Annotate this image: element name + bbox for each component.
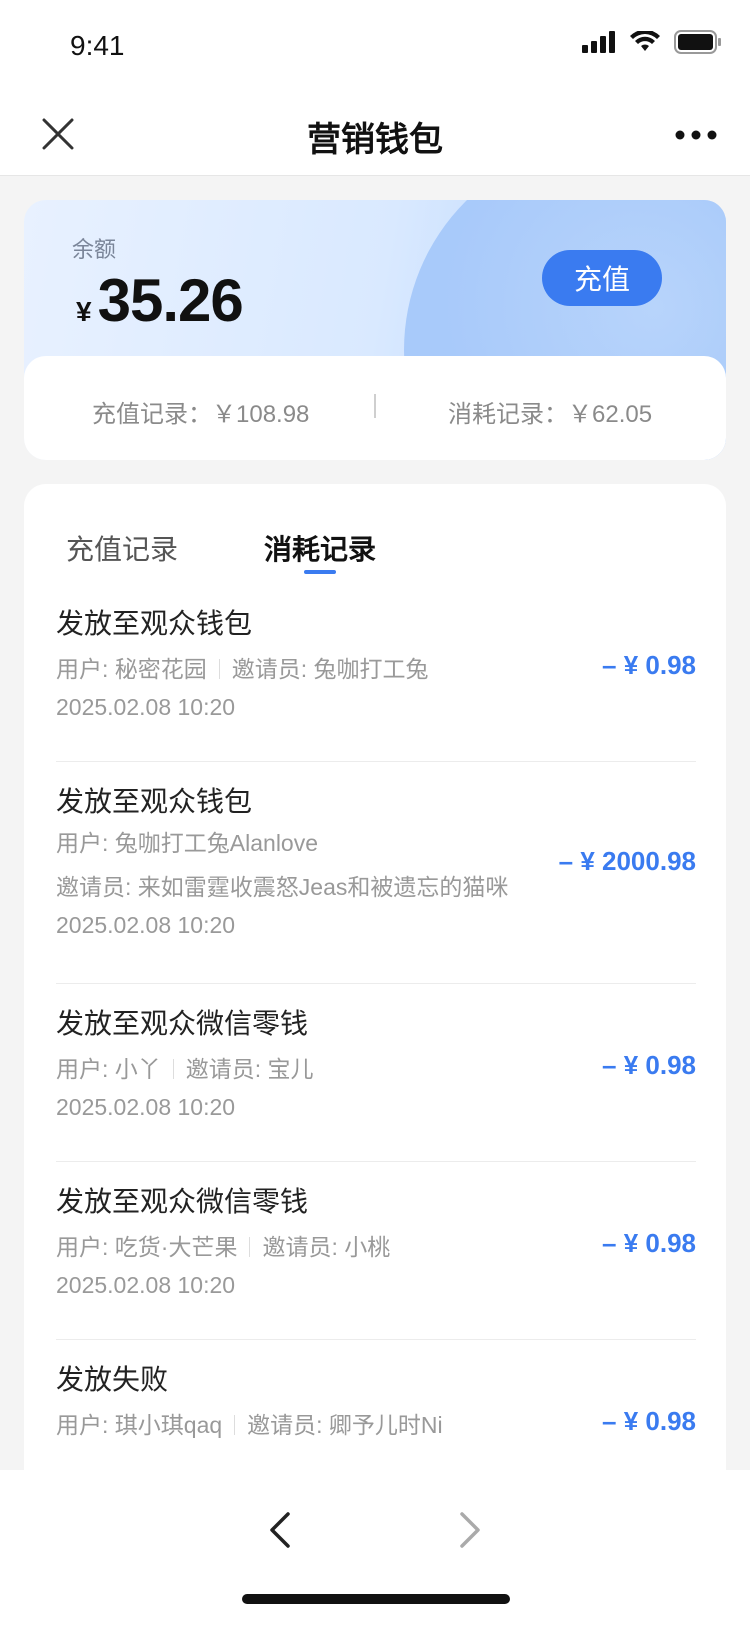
signal-icon bbox=[582, 31, 615, 53]
record-user: 用户: 琪小琪qaq bbox=[56, 1412, 223, 1438]
record-user: 用户: 秘密花园 bbox=[56, 656, 207, 682]
tab-active-indicator bbox=[304, 570, 336, 574]
tab-recharge-records[interactable]: 充值记录 bbox=[66, 528, 178, 568]
record-inviter: 邀请员: 兔咖打工兔 bbox=[231, 656, 429, 682]
balance-currency: ¥ bbox=[76, 296, 92, 327]
record-amount: – ¥ 0.98 bbox=[602, 1050, 696, 1080]
recharge-button[interactable]: 充值 bbox=[542, 250, 662, 306]
status-icons bbox=[582, 30, 722, 54]
record-user-line: 用户: 吃货·大芒果 邀请员: 小桃 bbox=[56, 1228, 390, 1262]
summary-divider bbox=[374, 394, 376, 418]
record-amount: – ¥ 0.98 bbox=[602, 1228, 696, 1258]
balance-label: 余额 bbox=[72, 237, 117, 262]
record-title: 发放至观众钱包 bbox=[56, 786, 253, 817]
summary-strip: 充值记录：￥108.98 消耗记录：￥62.05 bbox=[24, 356, 726, 460]
balance-value: ¥ 35.26 bbox=[76, 266, 244, 335]
list-item[interactable]: 发放至观众微信零钱 用户: 小丫 邀请员: 宝儿 2025.02.08 10:20… bbox=[56, 1002, 696, 1162]
record-amount: – ¥ 0.98 bbox=[602, 650, 696, 680]
summary-recharge: 充值记录：￥108.98 bbox=[92, 401, 310, 428]
record-user-line: 用户: 小丫 邀请员: 宝儿 bbox=[56, 1050, 314, 1084]
status-bar: 9:41 bbox=[0, 0, 750, 96]
separator bbox=[249, 1237, 251, 1257]
home-indicator[interactable] bbox=[242, 1594, 510, 1604]
list-item[interactable]: 发放失败 用户: 琪小琪qaq 邀请员: 卿予儿时Ni – ¥ 0.98 bbox=[56, 1358, 696, 1478]
bottom-bar bbox=[0, 1470, 750, 1626]
record-date: 2025.02.08 10:20 bbox=[56, 912, 236, 938]
balance-amount: 35.26 bbox=[97, 267, 244, 334]
record-inviter: 邀请员: 小桃 bbox=[262, 1234, 391, 1260]
summary-consume: 消耗记录：￥62.05 bbox=[448, 401, 653, 428]
forward-arrow-icon[interactable] bbox=[452, 1510, 488, 1550]
wifi-icon bbox=[630, 31, 660, 51]
battery-icon bbox=[674, 30, 721, 54]
list-item[interactable]: 发放至观众钱包 用户: 秘密花园 邀请员: 兔咖打工兔 2025.02.08 10… bbox=[56, 602, 696, 762]
status-time: 9:41 bbox=[70, 30, 125, 61]
record-inviter: 邀请员: 卿予儿时Ni bbox=[247, 1412, 443, 1438]
record-date: 2025.02.08 10:20 bbox=[56, 1272, 236, 1298]
separator bbox=[172, 1059, 174, 1079]
record-amount: – ¥ 2000.98 bbox=[558, 846, 696, 876]
record-date: 2025.02.08 10:20 bbox=[56, 1094, 236, 1120]
record-user-line: 用户: 秘密花园 邀请员: 兔咖打工兔 bbox=[56, 650, 429, 684]
more-icon[interactable] bbox=[672, 120, 720, 150]
record-user: 用户: 兔咖打工兔Alanlove bbox=[56, 830, 319, 856]
back-arrow-icon[interactable] bbox=[262, 1510, 298, 1550]
record-inviter: 邀请员: 来如雷霆收震怒Jeas和被遗忘的猫咪 bbox=[56, 874, 509, 900]
separator bbox=[234, 1415, 236, 1435]
record-date: 2025.02.08 10:20 bbox=[56, 694, 236, 720]
page-title: 营销钱包 bbox=[307, 121, 443, 159]
record-amount: – ¥ 0.98 bbox=[602, 1406, 696, 1436]
records-card: 充值记录 消耗记录 发放至观众钱包 用户: 秘密花园 邀请员: 兔咖打工兔 202… bbox=[24, 484, 726, 1484]
nav-bar: 营销钱包 bbox=[0, 96, 750, 176]
tab-consume-records[interactable]: 消耗记录 bbox=[264, 528, 376, 568]
list-item[interactable]: 发放至观众钱包 用户: 兔咖打工兔Alanlove 邀请员: 来如雷霆收震怒Je… bbox=[56, 780, 696, 984]
record-title: 发放失败 bbox=[56, 1364, 169, 1395]
record-title: 发放至观众微信零钱 bbox=[56, 1008, 309, 1039]
record-title: 发放至观众钱包 bbox=[56, 608, 253, 639]
record-user: 用户: 吃货·大芒果 bbox=[56, 1234, 238, 1260]
record-title: 发放至观众微信零钱 bbox=[56, 1186, 309, 1217]
record-user: 用户: 小丫 bbox=[56, 1056, 161, 1082]
list-item[interactable]: 发放至观众微信零钱 用户: 吃货·大芒果 邀请员: 小桃 2025.02.08 1… bbox=[56, 1180, 696, 1340]
separator bbox=[218, 659, 220, 679]
record-user-line: 用户: 琪小琪qaq 邀请员: 卿予儿时Ni bbox=[56, 1406, 443, 1440]
record-inviter: 邀请员: 宝儿 bbox=[185, 1056, 314, 1082]
